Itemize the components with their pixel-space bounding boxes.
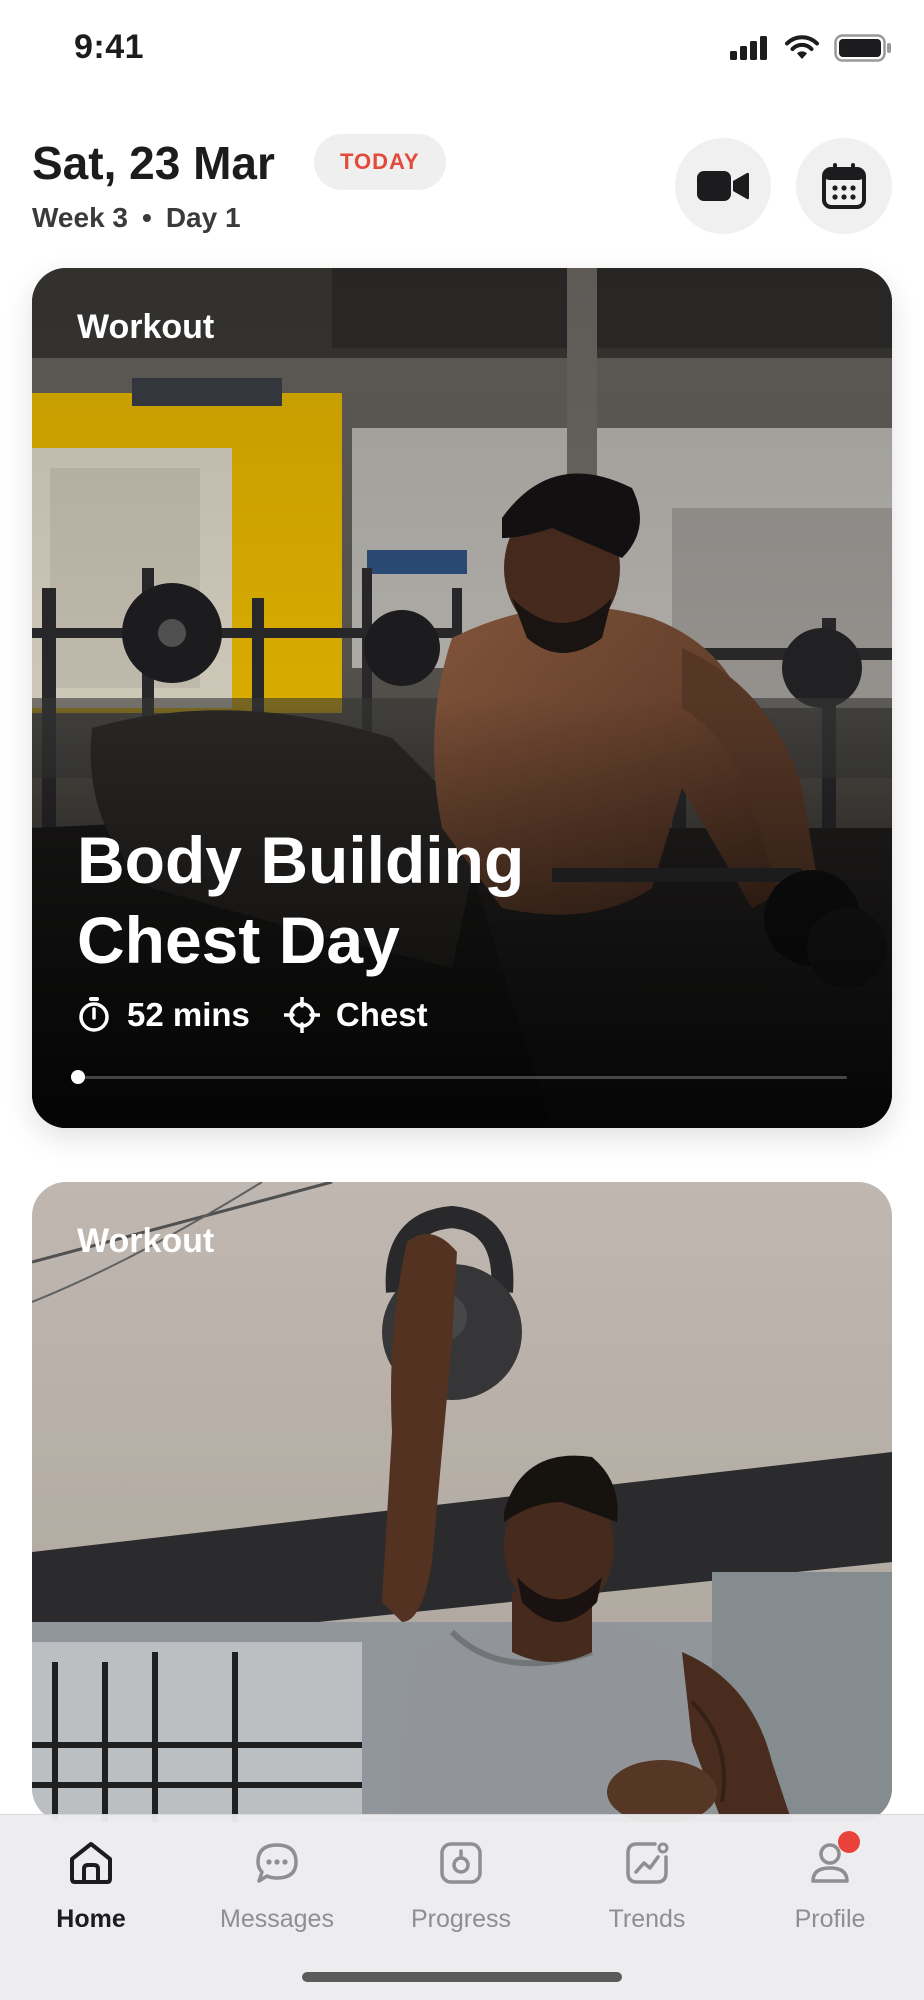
card-title-line-1: Body Building bbox=[77, 823, 525, 897]
tab-progress-label: Progress bbox=[410, 1905, 512, 1933]
tab-trends-icon-wrap bbox=[619, 1835, 675, 1891]
progress-track bbox=[71, 1070, 847, 1084]
target-text: Chest bbox=[335, 996, 428, 1033]
calendar-icon bbox=[822, 163, 866, 209]
tab-profile-label: Profile bbox=[794, 1905, 866, 1933]
tab-home-label: Home bbox=[56, 1905, 126, 1933]
card-title: Body Building Chest Day bbox=[77, 820, 777, 980]
tab-trends[interactable]: Trends bbox=[557, 1835, 737, 1934]
battery-icon bbox=[834, 34, 891, 62]
tab-trends-label: Trends bbox=[608, 1905, 686, 1933]
cellular-signal-icon bbox=[730, 36, 767, 60]
tab-messages-label: Messages bbox=[220, 1905, 334, 1933]
tab-messages-icon-wrap bbox=[249, 1835, 305, 1891]
tab-home-icon-wrap bbox=[63, 1835, 119, 1891]
wifi-icon bbox=[785, 35, 819, 59]
duration-meta: 52 mins bbox=[77, 996, 250, 1034]
progress-dot bbox=[71, 1070, 85, 1084]
video-button[interactable] bbox=[675, 138, 771, 234]
chat-bubble-icon bbox=[256, 1843, 298, 1883]
date-title: Sat, 23 Mar bbox=[32, 137, 275, 189]
home-icon bbox=[70, 1842, 112, 1884]
workout-photo-kettlebell-press bbox=[32, 1182, 892, 1822]
week-day-subtitle: Week 3 • Day 1 bbox=[32, 202, 241, 234]
home-indicator[interactable] bbox=[302, 1972, 622, 1982]
notification-dot bbox=[838, 1831, 860, 1853]
card-category-label: Workout bbox=[77, 308, 215, 346]
card-meta: 52 mins Chest bbox=[77, 996, 428, 1034]
workout-card-kettlebell[interactable]: Workout bbox=[32, 1182, 892, 1822]
status-bar: 9:41 bbox=[0, 0, 924, 100]
header: Sat, 23 Mar TODAY Week 3 • Day 1 bbox=[32, 130, 892, 240]
today-badge[interactable]: TODAY bbox=[314, 134, 446, 190]
tab-messages[interactable]: Messages bbox=[187, 1835, 367, 1934]
week-label: Week 3 bbox=[32, 202, 128, 233]
stopwatch-icon bbox=[79, 997, 109, 1032]
scale-icon bbox=[440, 1842, 482, 1884]
card-title-line-2: Chest Day bbox=[77, 903, 400, 977]
tab-profile-icon-wrap bbox=[802, 1831, 860, 1891]
tab-profile[interactable]: Profile bbox=[740, 1831, 920, 1934]
trend-chart-icon bbox=[626, 1842, 669, 1884]
calendar-button[interactable] bbox=[796, 138, 892, 234]
day-label: Day 1 bbox=[165, 202, 241, 233]
separator-dot: • bbox=[142, 202, 152, 233]
tab-home[interactable]: Home bbox=[1, 1835, 181, 1934]
duration-text: 52 mins bbox=[127, 996, 250, 1033]
workout-card-chest-day[interactable]: Workout Body Building Chest Day 52 mins … bbox=[32, 268, 892, 1128]
status-time: 9:41 bbox=[74, 28, 145, 66]
card-category-label: Workout bbox=[77, 1222, 215, 1260]
video-camera-icon bbox=[697, 171, 749, 201]
tab-progress-icon-wrap bbox=[433, 1835, 489, 1891]
tab-progress[interactable]: Progress bbox=[371, 1835, 551, 1934]
crosshair-icon bbox=[283, 997, 320, 1033]
status-icons bbox=[730, 34, 892, 62]
target-meta: Chest bbox=[283, 996, 428, 1034]
